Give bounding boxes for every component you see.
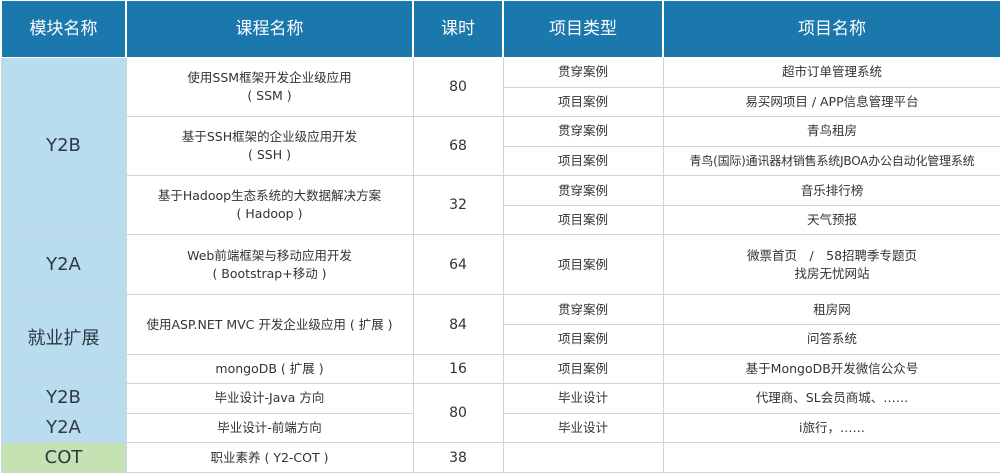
project-name: 天气预报 xyxy=(662,204,1000,236)
course-subtitle: ( SSH ) xyxy=(248,147,291,163)
table-row: Y2B 使用SSM框架开发企业级应用 ( SSM ) 80 贯穿案例 超市订单管… xyxy=(0,56,1000,236)
course-title: 基于Hadoop生态系统的大数据解决方案 xyxy=(157,188,382,204)
project-name: 青鸟(国际)通讯器材销售系统JBOA办公自动化管理系统 xyxy=(662,145,1000,177)
project-name-empty xyxy=(662,442,1000,473)
hours-cell: 84 xyxy=(412,294,504,355)
project-name: 音乐排行榜 xyxy=(662,175,1000,206)
module-y2b: Y2B xyxy=(0,56,127,236)
project-type: 项目案例 xyxy=(502,86,664,118)
project-type: 毕业设计 xyxy=(502,412,664,444)
hours-cell: 68 xyxy=(412,116,504,177)
table-row: COT 职业素养 ( Y2-COT ) 38 xyxy=(0,442,1000,473)
header-module: 模块名称 xyxy=(0,0,127,58)
project-name: 微票首页 / 58招聘季专题页 找房无忧网站 xyxy=(662,234,1000,296)
module-cot: COT xyxy=(0,442,127,473)
header-project-name: 项目名称 xyxy=(662,0,1000,58)
table-row: 基于SSH框架的企业级应用开发 ( SSH ) 68 贯穿案例 青鸟租房 xyxy=(1,116,1000,177)
course-subtitle: ( SSM ) xyxy=(247,88,292,104)
hours-cell: 16 xyxy=(412,353,504,385)
project-type: 项目案例 xyxy=(502,204,664,236)
course-cot: 职业素养 ( Y2-COT ) xyxy=(125,442,414,473)
header-course: 课程名称 xyxy=(125,0,414,58)
project-name-line: 微票首页 / 58招聘季专题页 xyxy=(746,247,918,263)
course-title: 基于SSH框架的企业级应用开发 xyxy=(181,129,358,145)
header-hours: 课时 xyxy=(412,0,504,58)
module-y2b-design: Y2B xyxy=(0,383,127,414)
project-type: 贯穿案例 xyxy=(502,294,664,326)
project-name: 超市订单管理系统 xyxy=(662,57,1000,88)
project-name: 基于MongoDB开发微信公众号 xyxy=(662,353,1000,385)
header-row: 模块名称 课程名称 课时 项目类型 项目名称 xyxy=(0,0,1000,58)
project-name: 易买网项目 / APP信息管理平台 xyxy=(662,86,1000,118)
hours-cell: 38 xyxy=(412,442,504,473)
hours-cell: 80 xyxy=(412,56,504,118)
project-name: 问答系统 xyxy=(662,324,1000,355)
course-design-frontend: 毕业设计-前端方向 xyxy=(125,412,414,444)
hours-cell: 32 xyxy=(412,175,504,236)
course-title: Web前端框架与移动应用开发 xyxy=(187,247,352,263)
project-type: 项目案例 xyxy=(502,353,664,385)
project-name: i旅行，…… xyxy=(662,412,1000,444)
course-ssm: 使用SSM框架开发企业级应用 ( SSM ) xyxy=(125,56,414,118)
course-web: Web前端框架与移动应用开发 ( Bootstrap+移动 ) xyxy=(125,234,414,296)
project-name: 代理商、SL会员商城、…… xyxy=(662,383,1000,414)
course-ssh: 基于SSH框架的企业级应用开发 ( SSH ) xyxy=(125,116,414,177)
project-name: 租房网 xyxy=(662,294,1000,326)
project-type: 项目案例 xyxy=(502,324,664,355)
project-name: 青鸟租房 xyxy=(662,116,1000,147)
table-row: Y2A Web前端框架与移动应用开发 ( Bootstrap+移动 ) 64 项… xyxy=(0,234,1000,296)
module-y2a-design: Y2A xyxy=(0,412,127,444)
course-subtitle: ( Hadoop ) xyxy=(236,206,303,222)
project-type: 贯穿案例 xyxy=(502,57,664,88)
project-type-empty xyxy=(502,442,664,473)
header-project-type: 项目类型 xyxy=(502,0,664,58)
project-type: 贯穿案例 xyxy=(502,175,664,206)
course-title: 使用SSM框架开发企业级应用 xyxy=(187,70,352,86)
module-y2a: Y2A xyxy=(0,234,127,296)
hours-cell: 80 xyxy=(412,383,504,444)
project-type: 项目案例 xyxy=(502,145,664,177)
course-aspnet: 使用ASP.NET MVC 开发企业级应用 ( 扩展 ) xyxy=(125,294,414,355)
course-hadoop: 基于Hadoop生态系统的大数据解决方案 ( Hadoop ) xyxy=(125,175,414,236)
course-subtitle: ( Bootstrap+移动 ) xyxy=(212,265,327,281)
table-row: mongoDB ( 扩展 ) 16 项目案例 基于MongoDB开发微信公众号 xyxy=(1,353,1000,385)
table-row: Y2B 毕业设计-Java 方向 80 毕业设计 代理商、SL会员商城、…… xyxy=(0,383,1000,444)
curriculum-table: 模块名称 课程名称 课时 项目类型 项目名称 Y2B 使用SSM框架开发企业级应… xyxy=(0,0,1000,473)
course-design-java: 毕业设计-Java 方向 xyxy=(125,383,414,414)
table-row: 基于Hadoop生态系统的大数据解决方案 ( Hadoop ) 32 贯穿案例 … xyxy=(1,175,1000,236)
hours-cell: 64 xyxy=(412,234,504,296)
project-name-line: 找房无忧网站 xyxy=(794,265,870,281)
course-mongodb: mongoDB ( 扩展 ) xyxy=(125,353,414,385)
table-row: 就业扩展 使用ASP.NET MVC 开发企业级应用 ( 扩展 ) 84 贯穿案… xyxy=(0,294,1000,385)
project-type: 项目案例 xyxy=(502,234,664,296)
project-type: 毕业设计 xyxy=(502,383,664,414)
project-type: 贯穿案例 xyxy=(502,116,664,147)
module-jiuye: 就业扩展 xyxy=(0,294,127,385)
